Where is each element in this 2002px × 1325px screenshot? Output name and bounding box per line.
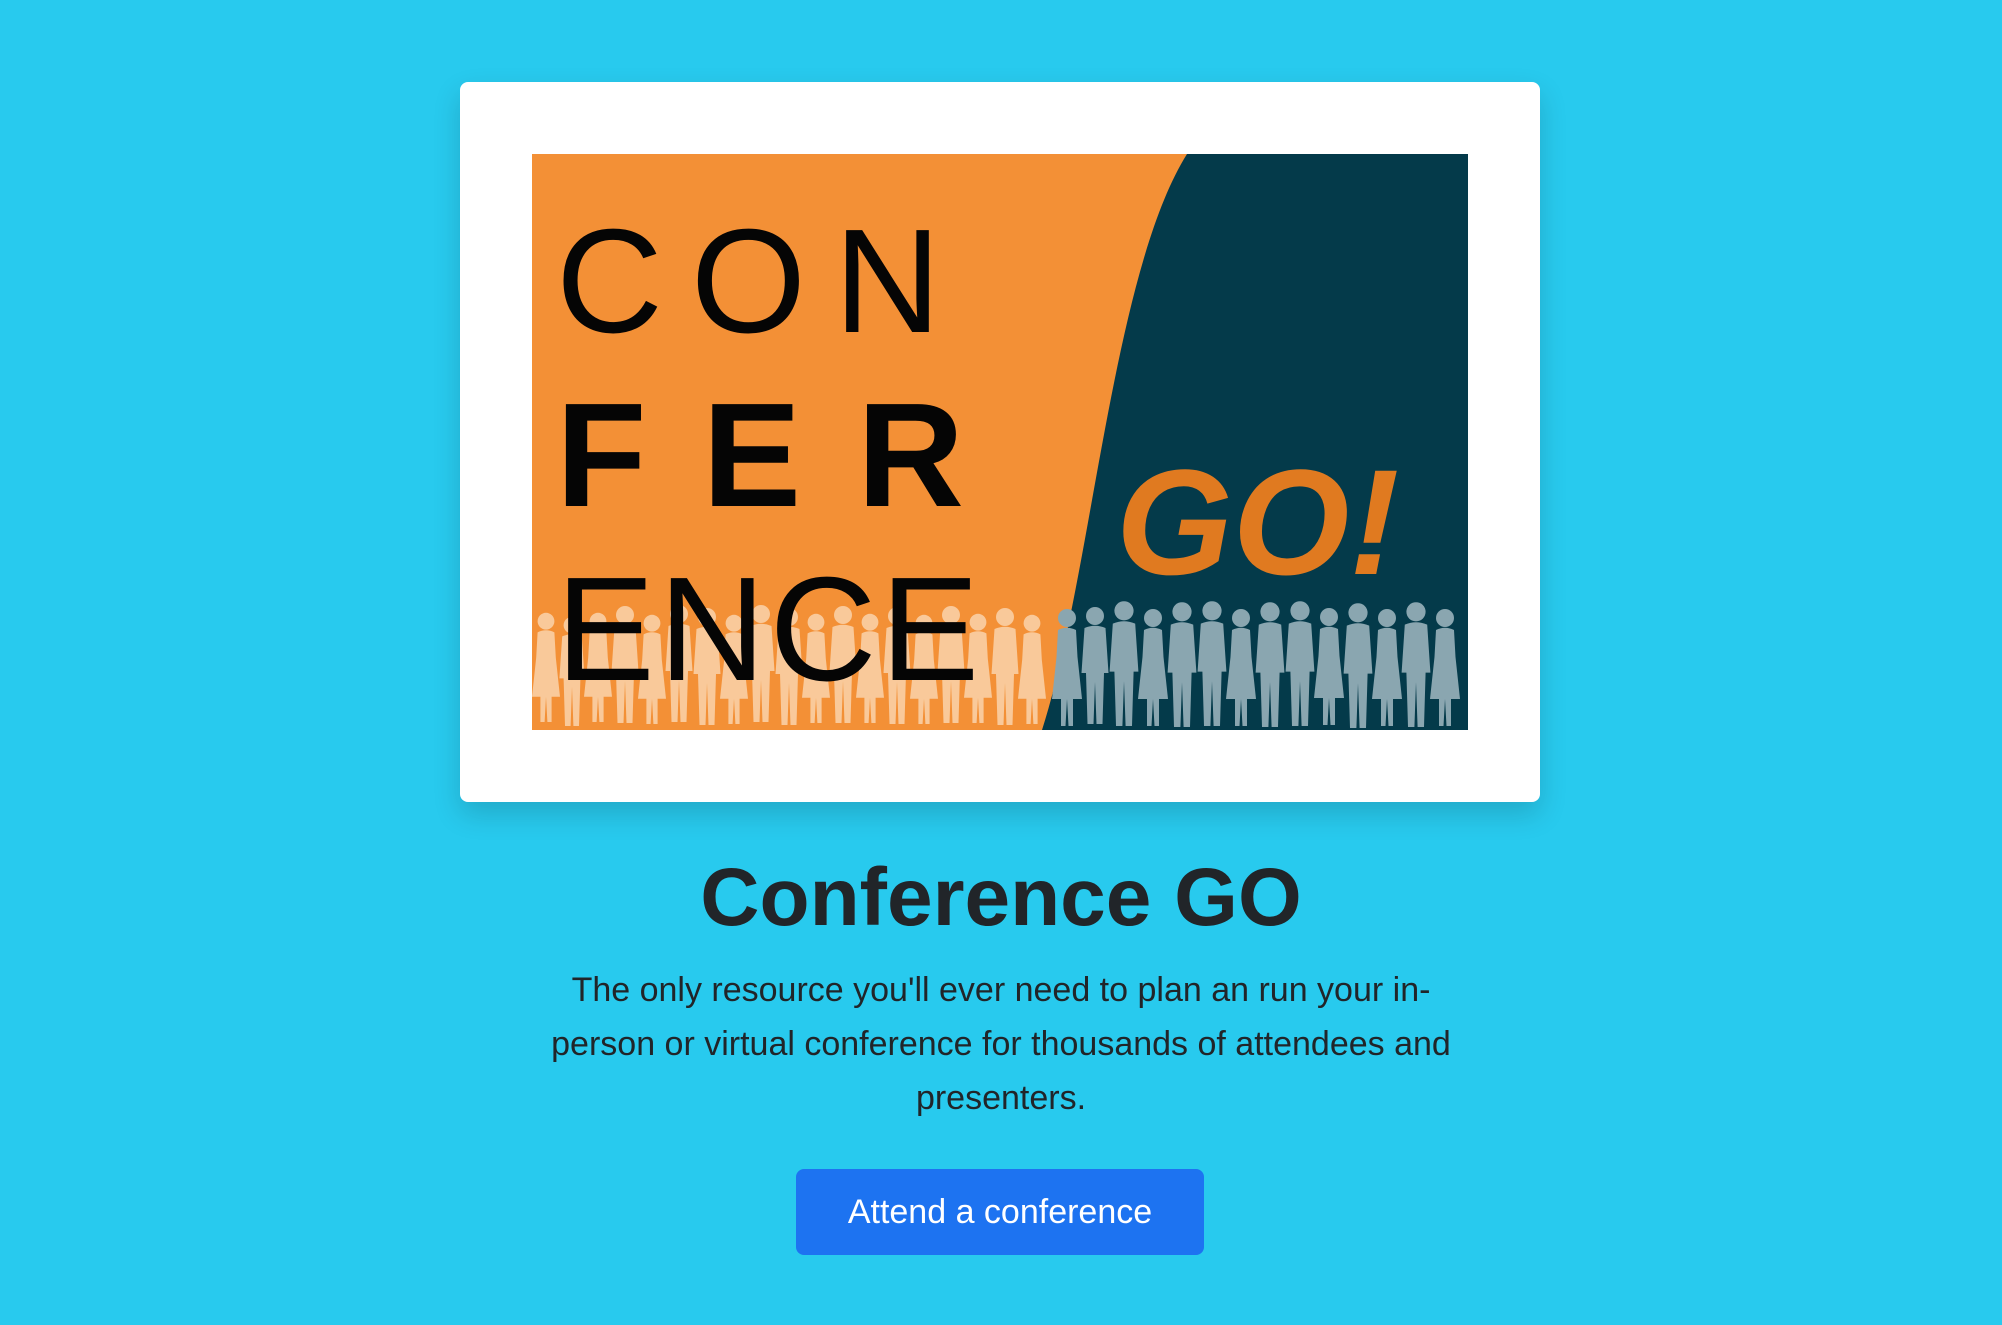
page-title: Conference GO [700,852,1302,943]
landing-page: CON FER ENCE GO! Conference GO The only … [0,0,2002,1325]
attend-conference-button[interactable]: Attend a conference [796,1169,1204,1255]
logo-text-fer: FER [556,373,1020,538]
page-description: The only resource you'll ever need to pl… [551,971,1451,1117]
logo-text-ence: ENCE [556,547,983,712]
logo-text-go: GO! [1116,438,1399,606]
logo-card: CON FER ENCE GO! [460,82,1540,802]
conference-go-logo: CON FER ENCE GO! [532,154,1468,730]
logo-text-con: CON [556,199,969,364]
